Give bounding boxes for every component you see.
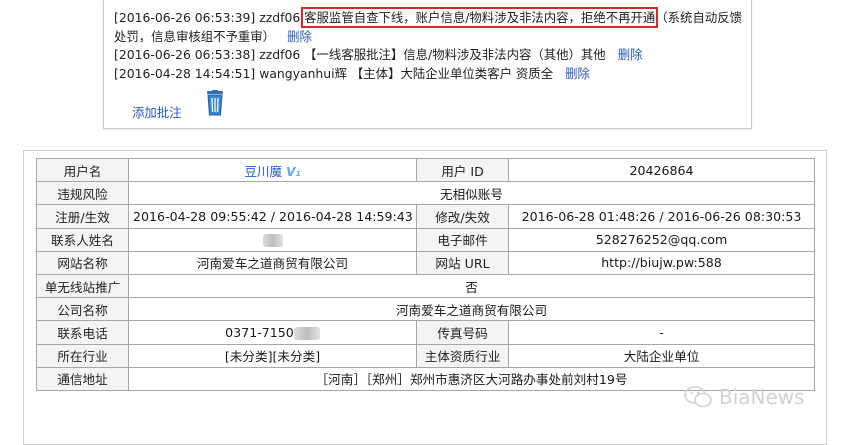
table-row: 联系人姓名 电子邮件 528276252@qq.com: [36, 227, 815, 252]
wireless-promo-value: 否: [128, 273, 815, 299]
annotation-prefix: [2016-06-26 06:53:39] zzdf06: [114, 10, 305, 25]
table-row: 用户名 豆川魔 V₁ 用户 ID 20426864: [36, 157, 815, 183]
annotation-entry: [2016-06-26 06:53:38] zzdf06 【一线客服批注】信息/…: [114, 46, 745, 65]
label-register-effective: 注册/生效: [36, 204, 129, 229]
watermark-text: BiaNews: [719, 385, 805, 409]
annotation-panel: [2016-06-26 06:53:39] zzdf06 客服监管自查下线，账户…: [103, 0, 752, 129]
add-annotation-row: 添加批注: [132, 90, 332, 120]
table-row: 违规风险 无相似账号: [36, 181, 815, 206]
label-qualification-industry: 主体资质行业: [416, 343, 509, 368]
table-row: 所在行业 [未分类][未分类] 主体资质行业 大陆企业单位: [36, 343, 815, 368]
delete-link[interactable]: 删除: [618, 47, 643, 62]
vip-badge-icon: V₁: [286, 164, 301, 179]
label-phone: 联系电话: [36, 320, 129, 345]
label-site-url: 网站 URL: [416, 250, 509, 275]
phone-value: 0371-7150: [128, 320, 417, 345]
annotation-text: [2016-04-28 14:54:51] wangyanhui辉 【主体】大陆…: [114, 65, 554, 81]
redacted-blur: [262, 234, 283, 248]
violation-risk-value: 无相似账号: [128, 181, 815, 206]
label-violation-risk: 违规风险: [36, 181, 129, 206]
label-wireless-promo: 单无线站推广: [36, 273, 129, 299]
add-annotation-link[interactable]: 添加批注: [132, 103, 182, 121]
phone-text: 0371-7150: [225, 324, 294, 340]
table-row: 注册/生效 2016-04-28 09:55:42 / 2016-04-28 1…: [36, 204, 815, 229]
table-row: 网站名称 河南爱车之道商贸有限公司 网站 URL http://biujw.pw…: [36, 250, 815, 275]
label-user-id: 用户 ID: [416, 157, 509, 183]
modify-expire-value: 2016-06-28 01:48:26 / 2016-06-26 08:30:5…: [508, 204, 815, 229]
register-effective-value: 2016-04-28 09:55:42 / 2016-04-28 14:59:4…: [128, 204, 417, 229]
site-name-value: 河南爱车之道商贸有限公司: [128, 250, 417, 275]
delete-link[interactable]: 删除: [565, 66, 590, 81]
username-value: 豆川魔 V₁: [128, 157, 417, 183]
wechat-icon: [684, 386, 712, 408]
table-row: 单无线站推广 否: [36, 273, 815, 299]
company-name-value: 河南爱车之道商贸有限公司: [128, 297, 815, 322]
label-address: 通信地址: [36, 366, 129, 391]
annotation-entry: [2016-04-28 14:54:51] wangyanhui辉 【主体】大陆…: [114, 65, 745, 84]
contact-name-value: [128, 227, 417, 252]
highlighted-reason: 客服监管自查下线，账户信息/物料涉及非法内容，拒绝不再开通: [301, 7, 659, 28]
fax-value: -: [508, 320, 815, 345]
label-fax: 传真号码: [416, 320, 509, 345]
label-username: 用户名: [36, 157, 129, 183]
trash-icon[interactable]: [204, 90, 226, 116]
username-link[interactable]: 豆川魔: [244, 164, 282, 179]
watermark: BiaNews: [683, 382, 853, 412]
annotation-list: [2016-06-26 06:53:39] zzdf06 客服监管自查下线，账户…: [114, 7, 745, 84]
label-site-name: 网站名称: [36, 250, 129, 275]
label-company-name: 公司名称: [36, 297, 129, 322]
site-url-link[interactable]: http://biujw.pw:588: [508, 250, 815, 275]
qualification-industry-value: 大陆企业单位: [508, 343, 815, 368]
annotation-entry: [2016-06-26 06:53:39] zzdf06 客服监管自查下线，账户…: [114, 7, 745, 46]
user-id-value: 20426864: [508, 157, 815, 183]
industry-value: [未分类][未分类]: [128, 343, 417, 368]
label-contact-name: 联系人姓名: [36, 227, 129, 252]
user-info-table: 用户名 豆川魔 V₁ 用户 ID 20426864 违规风险 无相似账号 注册/生…: [36, 157, 815, 391]
email-link[interactable]: 528276252@qq.com: [508, 227, 815, 252]
table-row: 公司名称 河南爱车之道商贸有限公司: [36, 297, 815, 322]
redacted-blur: [293, 326, 320, 340]
label-modify-expire: 修改/失效: [416, 204, 509, 229]
delete-link[interactable]: 删除: [287, 29, 312, 44]
label-industry: 所在行业: [36, 343, 129, 368]
table-row: 联系电话 0371-7150 传真号码 -: [36, 320, 815, 345]
annotation-text: [2016-06-26 06:53:38] zzdf06 【一线客服批注】信息/…: [114, 47, 606, 62]
label-email: 电子邮件: [416, 227, 509, 252]
